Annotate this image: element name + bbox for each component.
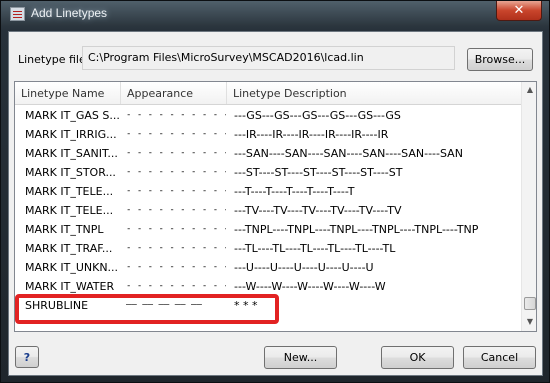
cancel-button[interactable]: Cancel	[463, 346, 536, 369]
linetype-name: MARK IT_TRAF...	[25, 242, 113, 255]
linetype-description: ---GS---GS---GS---GS---GS---GS	[234, 109, 401, 122]
linetype-name: MARK IT_SANIT...	[25, 147, 118, 160]
linetype-appearance: - - - - - - - - - - - - - -	[126, 129, 226, 139]
cancel-button-label: Cancel	[480, 351, 519, 364]
linetype-appearance: - - - - - - - - - - - - - -	[126, 110, 226, 120]
list-item[interactable]: MARK IT_GAS S... - - - - - - - - - - - -…	[15, 106, 521, 125]
linetype-name: MARK IT_TELE...	[25, 204, 114, 217]
help-icon: ?	[23, 350, 31, 364]
list-item[interactable]: MARK IT_TNPL - - - - - - - - - - - - - -…	[15, 220, 521, 239]
linetype-description: ---IR----IR----IR----IR----IR----IR	[234, 128, 389, 141]
linetype-appearance: - - - - - - - - - - - - - -	[126, 167, 226, 177]
linetype-name: MARK IT_WATER	[25, 280, 115, 293]
dialog-title: Add Linetypes	[31, 6, 108, 20]
linetype-description: ---W----W----W----W----W----W	[234, 280, 386, 293]
list-item[interactable]: MARK IT_TRAF... - - - - - - - - - - - - …	[15, 239, 521, 258]
add-linetypes-dialog: Add Linetypes ✕ Linetype file: C:\Progra…	[0, 0, 550, 383]
linetype-name: MARK IT_IRRIG...	[25, 128, 117, 141]
ok-button-label: OK	[409, 351, 426, 364]
list-item[interactable]: MARK IT_STOR... - - - - - - - - - - - - …	[15, 163, 521, 182]
linetype-appearance: - - - - - - - - - - - - - -	[126, 224, 226, 234]
linetype-appearance: - - - - - - - - - - - - - -	[126, 205, 226, 215]
scroll-up-icon[interactable]: ▲	[524, 84, 536, 96]
linetype-appearance: - - - - - - - - - - - - - -	[126, 281, 226, 291]
shrubline-highlight-box	[15, 294, 279, 324]
scrollbar-thumb[interactable]	[524, 297, 536, 310]
linetype-name: MARK IT_UNKN...	[25, 261, 119, 274]
browse-button[interactable]: Browse...	[467, 48, 533, 71]
close-button[interactable]: ✕	[496, 1, 542, 21]
linetype-description: ---TV----TV----TV----TV----TV----TV	[234, 204, 402, 217]
linetype-name: MARK IT_TNPL	[25, 223, 104, 236]
linetype-description: ---TNPL----TNPL----TNPL----TNPL----TNPL-…	[234, 223, 479, 236]
dialog-body: Linetype file: C:\Program Files\MicroSur…	[8, 31, 543, 376]
new-button-label: New...	[283, 351, 318, 364]
linetype-file-label: Linetype file:	[18, 53, 90, 66]
linetype-description: ---ST----ST----ST----ST----ST----ST	[234, 166, 403, 179]
linetype-appearance: - - - - - - - - - - - - - -	[126, 186, 226, 196]
app-icon	[10, 7, 25, 21]
title-bar[interactable]: Add Linetypes ✕	[1, 1, 549, 27]
column-header-appearance[interactable]: Appearance	[121, 82, 227, 104]
linetype-description: ---T----T----T----T----T----T	[234, 185, 355, 198]
scroll-down-icon[interactable]: ▼	[524, 316, 536, 328]
linetype-file-path: C:\Program Files\MicroSurvey\MSCAD2016\l…	[82, 46, 455, 70]
linetype-name: MARK IT_GAS S...	[25, 109, 120, 122]
browse-button-label: Browse...	[474, 53, 526, 66]
linetype-appearance: - - - - - - - - - - - - - -	[126, 262, 226, 272]
linetype-appearance: - - - - - - - - - - - - - -	[126, 148, 226, 158]
linetype-name: MARK IT_STOR...	[25, 166, 116, 179]
list-header: Linetype Name Appearance Linetype Descri…	[15, 82, 521, 105]
linetype-description: ---U----U----U----U----U----U	[234, 261, 374, 274]
list-item[interactable]: MARK IT_IRRIG... - - - - - - - - - - - -…	[15, 125, 521, 144]
linetype-name: MARK IT_TELE...	[25, 185, 114, 198]
list-item[interactable]: MARK IT_TELE... - - - - - - - - - - - - …	[15, 201, 521, 220]
column-header-description[interactable]: Linetype Description	[227, 82, 521, 104]
new-button[interactable]: New...	[264, 346, 337, 369]
linetype-appearance: - - - - - - - - - - - - - -	[126, 243, 226, 253]
vertical-scrollbar[interactable]: ▲ ▼	[521, 82, 536, 331]
list-item[interactable]: MARK IT_SANIT... - - - - - - - - - - - -…	[15, 144, 521, 163]
linetype-description: ---TL----TL----TL----TL----TL----TL	[234, 242, 396, 255]
ok-button[interactable]: OK	[381, 346, 454, 369]
list-item[interactable]: MARK IT_TELE... - - - - - - - - - - - - …	[15, 182, 521, 201]
close-icon: ✕	[513, 3, 525, 18]
column-header-name[interactable]: Linetype Name	[15, 82, 121, 104]
list-item[interactable]: MARK IT_UNKN... - - - - - - - - - - - - …	[15, 258, 521, 277]
help-button[interactable]: ?	[15, 346, 39, 368]
linetype-description: ---SAN----SAN----SAN----SAN----SAN----SA…	[234, 147, 463, 160]
